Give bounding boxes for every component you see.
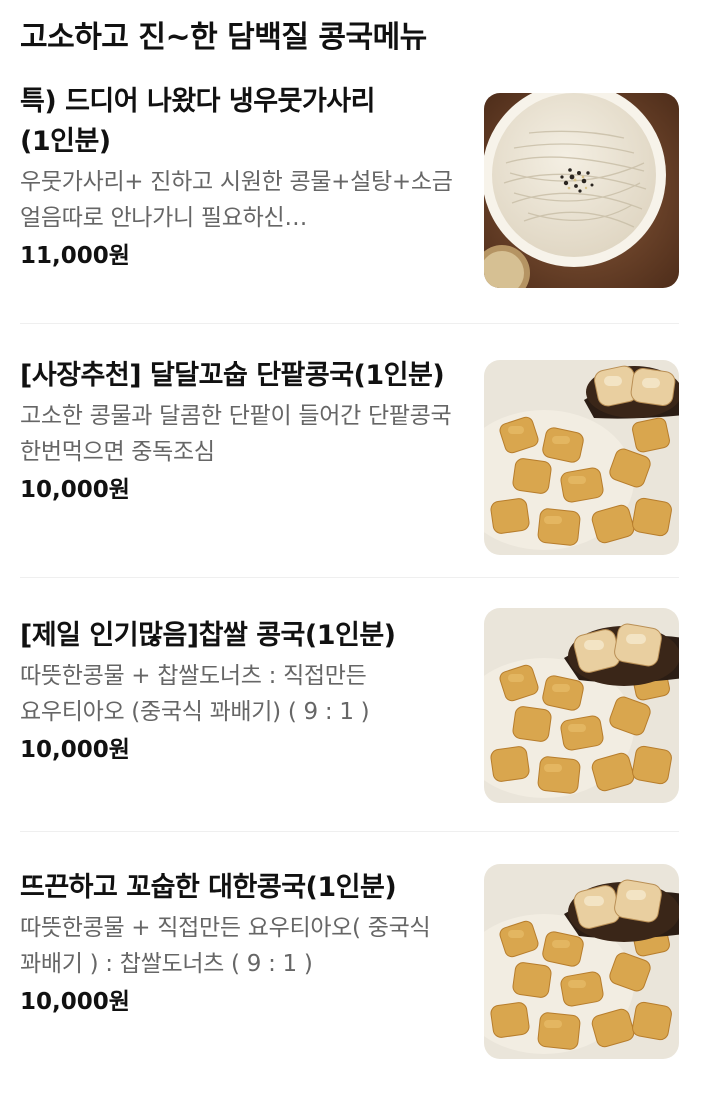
menu-item[interactable]: 뜨끈하고 꼬숩한 대한콩국(1인분) 따뜻한콩물 + 직접만든 요우티아오( 중… xyxy=(20,832,679,1086)
fried-dough-soup-image xyxy=(484,360,679,555)
menu-item-info: [사장추천] 달달꼬숩 단팥콩국(1인분) 고소한 콩물과 달콤한 단팥이 들어… xyxy=(20,356,460,508)
menu-item[interactable]: [사장추천] 달달꼬숩 단팥콩국(1인분) 고소한 콩물과 달콤한 단팥이 들어… xyxy=(20,324,679,578)
fried-dough-soup-image xyxy=(484,864,679,1059)
section-title: 고소하고 진~한 담백질 콩국메뉴 xyxy=(20,20,427,55)
menu-item-price: 10,000원 xyxy=(20,477,130,503)
menu-item-info: 뜨끈하고 꼬숩한 대한콩국(1인분) 따뜻한콩물 + 직접만든 요우티아오( 중… xyxy=(20,868,460,1020)
menu-item-name: [제일 인기많음]찹쌀 콩국(1인분) xyxy=(20,620,396,651)
menu-item-price: 10,000원 xyxy=(20,737,130,763)
menu-item-info: [제일 인기많음]찹쌀 콩국(1인분) 따뜻한콩물 + 찹쌀도너츠 : 직접만든… xyxy=(20,616,460,768)
menu-item-description: 고소한 콩물과 달콤한 단팥이 들어간 단팥콩국 한번먹으면 중독조심 xyxy=(20,403,452,465)
menu-item-info: 특) 드디어 나왔다 냉우뭇가사리(1인분) 우뭇가사리+ 진하고 시원한 콩물… xyxy=(20,82,460,274)
menu-item-name: 뜨끈하고 꼬숩한 대한콩국(1인분) xyxy=(20,872,397,903)
fried-dough-soup-image xyxy=(484,608,679,803)
menu-item-description: 따뜻한콩물 + 찹쌀도너츠 : 직접만든 요우티아오 (중국식 꽈배기) ( 9… xyxy=(20,663,370,725)
menu-item-photo xyxy=(484,360,679,555)
menu-item[interactable]: [제일 인기많음]찹쌀 콩국(1인분) 따뜻한콩물 + 찹쌀도너츠 : 직접만든… xyxy=(20,578,679,832)
menu-item-name: 특) 드디어 나왔다 냉우뭇가사리(1인분) xyxy=(20,86,375,157)
menu-item-price: 11,000원 xyxy=(20,243,130,269)
menu-item-price: 10,000원 xyxy=(20,989,130,1015)
menu-item[interactable]: 특) 드디어 나왔다 냉우뭇가사리(1인분) 우뭇가사리+ 진하고 시원한 콩물… xyxy=(20,70,679,324)
menu-item-name: [사장추천] 달달꼬숩 단팥콩국(1인분) xyxy=(20,360,445,391)
menu-item-photo xyxy=(484,608,679,803)
noodle-soup-bowl-image xyxy=(484,93,679,288)
menu-item-photo xyxy=(484,93,679,288)
menu-item-description: 우뭇가사리+ 진하고 시원한 콩물+설탕+소금 얼음따로 안나가니 필요하신… xyxy=(20,169,453,231)
menu-item-photo xyxy=(484,864,679,1059)
menu-item-description: 따뜻한콩물 + 직접만든 요우티아오( 중국식 꽈배기 ) : 찹쌀도너츠 ( … xyxy=(20,915,431,977)
menu-list: 특) 드디어 나왔다 냉우뭇가사리(1인분) 우뭇가사리+ 진하고 시원한 콩물… xyxy=(20,70,679,1086)
